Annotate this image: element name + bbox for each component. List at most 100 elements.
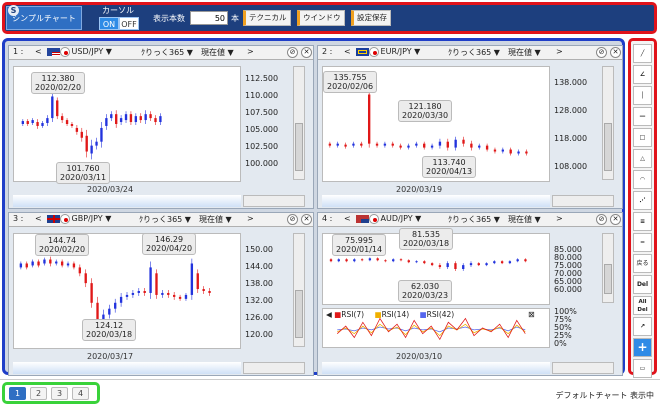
candle-body xyxy=(137,291,140,293)
delete-all-button[interactable]: All Del xyxy=(633,296,652,315)
price-type-select[interactable]: 現在値 ▼ xyxy=(508,214,541,225)
close-icon[interactable]: ✕ xyxy=(610,214,621,225)
fibonacci-fan-icon[interactable]: ⋰ xyxy=(633,191,652,210)
horizontal-scrollbar[interactable] xyxy=(552,362,614,374)
vertical-scrollbar[interactable] xyxy=(602,66,614,180)
candle-body xyxy=(72,263,76,268)
price-type-select[interactable]: 現在値 ▼ xyxy=(508,47,541,58)
page-tab-3[interactable]: 3 xyxy=(51,387,68,400)
prev-arrow-icon[interactable]: < xyxy=(344,214,351,223)
vertical-line-icon[interactable]: │ xyxy=(633,86,652,105)
overview-scroller[interactable] xyxy=(13,362,241,374)
candle-body xyxy=(407,145,410,148)
period-select[interactable]: ｸりっく365 ▼ xyxy=(139,214,191,225)
candle-body xyxy=(90,283,93,303)
chart-number: 2 : xyxy=(322,47,333,56)
cursor-on-button[interactable]: ON xyxy=(99,17,119,30)
technical-button[interactable]: テクニカル xyxy=(243,10,291,26)
overview-scroller[interactable] xyxy=(322,362,550,374)
triangle-icon[interactable]: △ xyxy=(633,149,652,168)
cursor-label: カーソル xyxy=(102,6,134,15)
crosshair-icon[interactable]: + xyxy=(633,338,652,357)
symbol-select[interactable]: EUR/JPY ▼ xyxy=(356,47,420,56)
next-arrow-icon[interactable]: > xyxy=(556,47,563,56)
delete-button[interactable]: Del xyxy=(633,275,652,294)
window-button[interactable]: ウインドウ xyxy=(297,10,345,26)
close-icon[interactable]: ✕ xyxy=(301,214,312,225)
horizontal-scrollbar[interactable] xyxy=(552,195,614,207)
fibonacci-arc-icon[interactable]: ◠ xyxy=(633,170,652,189)
rectangle-icon[interactable]: □ xyxy=(633,128,652,147)
divider xyxy=(0,379,660,380)
candle-body xyxy=(31,120,34,124)
cursor-off-button[interactable]: OFF xyxy=(119,17,139,30)
trend-line-icon[interactable]: ╱ xyxy=(633,44,652,63)
page-tab-2[interactable]: 2 xyxy=(30,387,47,400)
prev-arrow-icon[interactable]: < xyxy=(344,47,351,56)
symbol-select[interactable]: AUD/JPY ▼ xyxy=(356,214,421,223)
page-tab-4[interactable]: 4 xyxy=(72,387,89,400)
period-select[interactable]: ｸりっく365 ▼ xyxy=(448,214,500,225)
link-icon[interactable]: ⊘ xyxy=(287,47,298,58)
link-icon[interactable]: ⊘ xyxy=(596,214,607,225)
screenshot-icon[interactable]: ▭ xyxy=(633,359,652,378)
candle-body xyxy=(190,263,194,295)
link-icon[interactable]: ⊘ xyxy=(596,47,607,58)
chart-panel-3: 3 : < GBP/JPY ▼ ｸりっく365 ▼ 現在値 ▼ > ⊘ ✕ 14… xyxy=(8,212,314,376)
back-button[interactable]: 戻る xyxy=(633,254,652,273)
high2-price-note: 146.29 2020/04/20 xyxy=(142,233,197,255)
horizontal-scrollbar[interactable] xyxy=(243,362,305,374)
price-axis: 138.000 128.000 118.000 108.000 xyxy=(554,78,588,171)
low-price-note: 101.760 2020/03/11 xyxy=(56,162,111,184)
candle-body xyxy=(524,259,527,262)
price-type-select[interactable]: 現在値 ▼ xyxy=(199,214,232,225)
angle-line-icon[interactable]: ∠ xyxy=(633,65,652,84)
chart-header: 1 : < USD/JPY ▼ ｸりっく365 ▼ 現在値 ▼ > ⊘ ✕ xyxy=(9,46,313,60)
candle-body xyxy=(41,123,44,126)
candle-body xyxy=(423,261,426,264)
candle-body xyxy=(446,141,449,148)
channel-icon[interactable]: ═ xyxy=(633,233,652,252)
candle-body xyxy=(21,121,25,124)
candle-body xyxy=(159,116,162,123)
close-icon[interactable]: ✕ xyxy=(301,47,312,58)
save-settings-button[interactable]: 設定保存 xyxy=(351,10,391,26)
symbol-select[interactable]: USD/JPY ▼ xyxy=(47,47,112,56)
candle-body xyxy=(115,114,118,124)
candle-body xyxy=(525,151,528,154)
vertical-scrollbar[interactable] xyxy=(602,233,614,303)
overview-scroller[interactable] xyxy=(13,195,241,207)
rsi-close-icon[interactable]: ⊠ xyxy=(528,310,535,319)
next-arrow-icon[interactable]: > xyxy=(556,214,563,223)
link-icon[interactable]: ⊘ xyxy=(287,214,298,225)
vertical-scrollbar[interactable] xyxy=(293,66,305,180)
page-tab-1[interactable]: 1 xyxy=(9,387,26,400)
price-type-select[interactable]: 現在値 ▼ xyxy=(201,47,234,58)
low-price-note: 62.030 2020/03/23 xyxy=(398,280,453,302)
candle-body xyxy=(46,118,49,124)
candle-body xyxy=(155,273,158,295)
prev-arrow-icon[interactable]: < xyxy=(35,214,42,223)
candle-body xyxy=(415,143,418,146)
display-count-input[interactable] xyxy=(190,11,228,25)
arrow-icon[interactable]: ↗ xyxy=(633,317,652,336)
next-arrow-icon[interactable]: > xyxy=(247,214,254,223)
next-arrow-icon[interactable]: > xyxy=(247,47,254,56)
symbol-select[interactable]: GBP/JPY ▼ xyxy=(47,214,111,223)
period-select[interactable]: ｸりっく365 ▼ xyxy=(448,47,500,58)
close-icon[interactable]: ✕ xyxy=(610,47,621,58)
candle-body xyxy=(493,261,496,264)
candle-body xyxy=(60,116,64,121)
fibonacci-retracement-icon[interactable]: ≡ xyxy=(633,212,652,231)
horizontal-line-icon[interactable]: — xyxy=(633,107,652,126)
candle-body xyxy=(438,141,442,146)
candle-body xyxy=(56,100,59,117)
horizontal-scrollbar[interactable] xyxy=(243,195,305,207)
rsi-collapse-icon[interactable]: ◀ xyxy=(326,310,332,319)
overview-scroller[interactable] xyxy=(322,195,550,207)
candle-body xyxy=(485,263,488,266)
jp-flag-icon xyxy=(61,214,69,223)
vertical-scrollbar[interactable] xyxy=(293,233,305,347)
period-select[interactable]: ｸりっく365 ▼ xyxy=(141,47,193,58)
prev-arrow-icon[interactable]: < xyxy=(35,47,42,56)
